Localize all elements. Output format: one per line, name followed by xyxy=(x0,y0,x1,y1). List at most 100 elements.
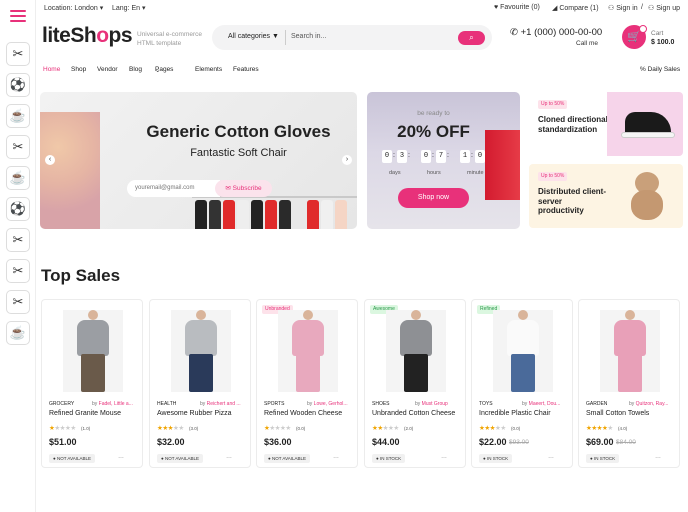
product-image[interactable] xyxy=(278,310,338,392)
more-options-icon[interactable]: … xyxy=(333,454,339,460)
subscribe-button[interactable]: ✉ Subscribe xyxy=(215,180,272,197)
product-name[interactable]: Incredible Plastic Chair xyxy=(479,410,571,417)
product-vendor[interactable]: by Reichert and ... xyxy=(200,401,248,407)
product-vendor[interactable]: by Maeert, Dou... xyxy=(522,401,570,407)
product-category[interactable]: GARDEN xyxy=(586,401,607,407)
product-category[interactable]: HEALTH xyxy=(157,401,176,407)
product-category[interactable]: GROCERY xyxy=(49,401,74,407)
nav-home[interactable]: Home xyxy=(43,66,60,73)
logo[interactable]: liteShops xyxy=(42,24,133,48)
product-card[interactable]: Refined TOYS by Maeert, Dou... Incredible … xyxy=(471,299,573,468)
search-button[interactable]: ⌕ xyxy=(458,31,485,45)
product-card[interactable]: GARDEN by Quitzon, Ray... Small Cotton Tow… xyxy=(578,299,680,468)
tools-icon[interactable]: ✂ xyxy=(6,259,30,283)
lang-label: Lang: xyxy=(112,5,130,12)
product-card[interactable]: Awesome SHOES by Must Group Unbranded Cott… xyxy=(364,299,466,468)
side-promo-title: Cloned directional standardization xyxy=(538,115,608,134)
product-category[interactable]: SHOES xyxy=(372,401,390,407)
discount-badge: Up to 50% xyxy=(538,172,568,181)
sign-up-link[interactable]: ⚇ Sign up xyxy=(648,4,680,12)
teapot-icon[interactable]: ☕ xyxy=(6,321,30,345)
product-vendor[interactable]: by Lowe, Gerhol... xyxy=(307,401,355,407)
vendor-by: by xyxy=(200,401,206,407)
more-options-icon[interactable]: … xyxy=(441,454,447,460)
call-me-link[interactable]: Call me xyxy=(576,40,598,47)
product-name[interactable]: Awesome Rubber Pizza xyxy=(157,410,249,417)
stock-label: IN STOCK xyxy=(379,456,402,461)
favourite-link[interactable]: ♥ Favourite (0) xyxy=(494,4,540,11)
product-vendor[interactable]: by Fadel, Little a... xyxy=(92,401,140,407)
stock-status: ● NOT AVAILABLE xyxy=(157,454,204,463)
prev-arrow-icon[interactable]: ‹ xyxy=(45,155,55,165)
location-label: Location: xyxy=(44,5,73,12)
nav-shop[interactable]: Shop xyxy=(71,66,86,73)
ball-icon[interactable]: ⚽ xyxy=(6,73,30,97)
more-options-icon[interactable]: … xyxy=(548,454,554,460)
tools-icon[interactable]: ✂ xyxy=(6,290,30,314)
product-image[interactable] xyxy=(386,310,446,392)
product-category[interactable]: SPORTS xyxy=(264,401,284,407)
more-options-icon[interactable]: … xyxy=(226,454,232,460)
teapot-icon[interactable]: ☕ xyxy=(6,166,30,190)
location-selector[interactable]: Location: London ▾ xyxy=(44,4,103,12)
compare-link[interactable]: ◢ Compare (1) xyxy=(552,4,599,12)
compare-label: Compare (1) xyxy=(559,5,599,12)
product-vendor[interactable]: by Quitzon, Ray... xyxy=(629,401,677,407)
product-name[interactable]: Small Cotton Towels xyxy=(586,410,678,417)
promo-offer: 20% OFF xyxy=(397,122,470,141)
nav-blog[interactable]: Blog xyxy=(129,66,142,73)
side-promo-card[interactable]: Up to 50% Cloned directional standardiza… xyxy=(529,92,683,156)
product-name[interactable]: Unbranded Cotton Cheese xyxy=(372,410,464,417)
product-card[interactable]: GROCERY by Fadel, Little a... Refined Gran… xyxy=(41,299,143,468)
location-value: London xyxy=(74,5,98,12)
logo-text: liteSh xyxy=(42,24,97,47)
daily-sales-link[interactable]: % Daily Sales xyxy=(640,66,680,73)
timer-digit: 1 xyxy=(460,150,470,163)
email-input[interactable]: youremail@gmail.com xyxy=(127,180,220,197)
category-select[interactable]: All categories ▼ xyxy=(228,33,279,40)
search-input[interactable]: Search in... xyxy=(291,33,326,40)
daily-sales-label: Daily Sales xyxy=(647,66,681,73)
more-options-icon[interactable]: … xyxy=(655,454,661,460)
product-image[interactable] xyxy=(171,310,231,392)
status-dot-icon: ● xyxy=(590,456,593,461)
next-arrow-icon[interactable]: › xyxy=(342,155,352,165)
side-promo-card[interactable]: Up to 50% Distributed client-server prod… xyxy=(529,164,683,228)
tools-icon[interactable]: ✂ xyxy=(6,135,30,159)
product-category[interactable]: TOYS xyxy=(479,401,493,407)
product-vendor[interactable]: by Must Group xyxy=(415,401,463,407)
chevron-down-icon: ⌄ xyxy=(155,67,161,74)
nav-features[interactable]: Features xyxy=(233,66,259,73)
ball-icon[interactable]: ⚽ xyxy=(6,197,30,221)
chevron-down-icon: ▾ xyxy=(99,5,104,12)
rating-count: (0.0) xyxy=(511,426,521,431)
hero-banner: Generic Cotton Gloves Fantastic Soft Cha… xyxy=(40,92,357,229)
nav-vendor[interactable]: Vendor xyxy=(97,66,118,73)
phone-number: ✆ +1 (000) 000-00-00 xyxy=(510,27,602,38)
heart-icon: ♥ xyxy=(494,4,499,11)
product-price: $32.00 xyxy=(157,437,185,447)
product-image[interactable] xyxy=(63,310,123,392)
more-options-icon[interactable]: … xyxy=(118,454,124,460)
product-card[interactable]: HEALTH by Reichert and ... Awesome Rubber … xyxy=(149,299,251,468)
product-price: $36.00 xyxy=(264,437,292,447)
product-image[interactable] xyxy=(600,310,660,392)
sign-in-link[interactable]: ⚇ Sign in xyxy=(608,4,638,12)
language-selector[interactable]: Lang: En ▾ xyxy=(112,4,146,12)
nav-elements[interactable]: Elements xyxy=(195,66,222,73)
product-name[interactable]: Refined Wooden Cheese xyxy=(264,410,356,417)
tools-icon[interactable]: ✂ xyxy=(6,42,30,66)
status-dot-icon: ● xyxy=(53,456,56,461)
product-image[interactable] xyxy=(493,310,553,392)
menu-icon[interactable] xyxy=(10,10,26,22)
tools-icon[interactable]: ✂ xyxy=(6,228,30,252)
shop-now-button[interactable]: Shop now xyxy=(398,188,469,208)
vendor-name: Lowe, Gerhol... xyxy=(313,401,348,407)
user-plus-icon: ⚇ xyxy=(648,5,655,12)
cart-total: $ 100.0 xyxy=(651,39,675,46)
timer-digit: 0 xyxy=(382,150,392,163)
product-name[interactable]: Refined Granite Mouse xyxy=(49,410,141,417)
teapot-icon[interactable]: ☕ xyxy=(6,104,30,128)
product-card[interactable]: Unbranded SPORTS by Lowe, Gerhol... Refine… xyxy=(256,299,358,468)
timer-digit: 0 xyxy=(421,150,431,163)
